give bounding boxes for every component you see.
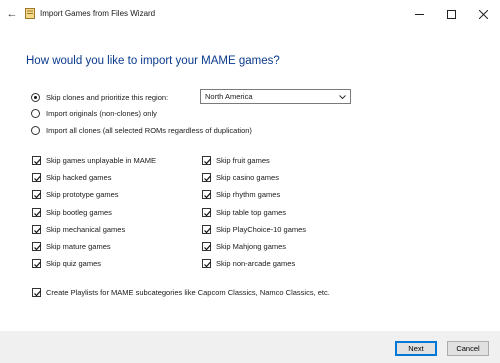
checkbox[interactable] [202, 155, 211, 165]
region-select[interactable]: North America [200, 89, 351, 104]
page-heading: How would you like to import your MAME g… [26, 55, 280, 67]
checkbox-label: Skip mature games [46, 241, 111, 251]
checkbox-label: Skip bootleg games [46, 207, 112, 217]
checkbox[interactable] [32, 241, 41, 251]
radio-label: Import originals (non-clones) only [46, 108, 157, 118]
radio-label: Skip clones and prioritize this region: [46, 92, 169, 102]
minimize-icon [414, 13, 424, 15]
checkbox[interactable] [202, 258, 211, 268]
checkbox[interactable] [32, 189, 41, 199]
checkbox-skip-mahjong[interactable]: Skip Mahjong games [202, 240, 286, 252]
checkbox-label: Skip hacked games [46, 172, 112, 182]
checkbox[interactable] [32, 155, 41, 165]
checkmark-icon [204, 192, 211, 198]
checkbox[interactable] [32, 258, 41, 268]
wizard-app-icon [25, 8, 35, 19]
window-title: Import Games from Files Wizard [40, 9, 156, 18]
checkmark-icon [34, 244, 41, 250]
checkmark-icon [34, 290, 41, 296]
checkbox-skip-playchoice[interactable]: Skip PlayChoice-10 games [202, 223, 306, 235]
checkbox-label: Skip casino games [216, 172, 279, 182]
checkbox-label: Skip rhythm games [216, 189, 281, 199]
checkbox-label: Skip PlayChoice-10 games [216, 224, 307, 234]
close-button[interactable] [466, 0, 500, 28]
checkbox[interactable] [202, 172, 211, 182]
checkbox-skip-non-arcade[interactable]: Skip non-arcade games [202, 257, 295, 269]
radio-skip-clones[interactable]: Skip clones and prioritize this region: [31, 91, 168, 103]
checkbox-label: Skip fruit games [216, 155, 270, 165]
checkbox-skip-rhythm[interactable]: Skip rhythm games [202, 188, 280, 200]
checkbox-label: Skip quiz games [46, 258, 102, 268]
cancel-button[interactable]: Cancel [447, 341, 489, 356]
checkmark-icon [204, 210, 211, 216]
checkbox[interactable] [202, 189, 211, 199]
checkbox-skip-mature[interactable]: Skip mature games [32, 240, 111, 252]
checkbox-skip-mechanical[interactable]: Skip mechanical games [32, 223, 125, 235]
radio-originals-only[interactable]: Import originals (non-clones) only [31, 107, 157, 119]
checkbox-label: Create Playlists for MAME subcategories … [46, 287, 330, 297]
title-bar: ← Import Games from Files Wizard [0, 0, 500, 28]
checkbox-skip-quiz[interactable]: Skip quiz games [32, 257, 101, 269]
checkmark-icon [34, 192, 41, 198]
back-arrow-icon[interactable]: ← [5, 8, 19, 20]
checkbox[interactable] [202, 224, 211, 234]
radio-all-clones[interactable]: Import all clones (all selected ROMs reg… [31, 124, 252, 136]
checkbox[interactable] [202, 241, 211, 251]
next-button[interactable]: Next [395, 341, 437, 356]
radio-button[interactable] [31, 92, 40, 102]
maximize-button[interactable] [434, 0, 468, 28]
maximize-icon [446, 9, 456, 19]
checkmark-icon [204, 244, 211, 250]
checkmark-icon [34, 158, 41, 164]
checkmark-icon [204, 227, 211, 233]
checkbox[interactable] [202, 207, 211, 217]
region-select-value: North America [205, 92, 253, 101]
checkbox-skip-table-top[interactable]: Skip table top games [202, 206, 286, 218]
checkbox-skip-unplayable[interactable]: Skip games unplayable in MAME [32, 154, 156, 166]
checkbox-skip-prototype[interactable]: Skip prototype games [32, 188, 119, 200]
checkbox-skip-hacked[interactable]: Skip hacked games [32, 171, 111, 183]
checkbox-skip-bootleg[interactable]: Skip bootleg games [32, 206, 112, 218]
checkbox[interactable] [32, 224, 41, 234]
checkbox-label: Skip table top games [216, 207, 287, 217]
minimize-button[interactable] [402, 0, 436, 28]
checkbox[interactable] [32, 287, 41, 297]
checkbox-label: Skip prototype games [46, 189, 119, 199]
radio-button[interactable] [31, 125, 40, 135]
radio-button[interactable] [31, 108, 40, 118]
checkbox-label: Skip mechanical games [46, 224, 126, 234]
checkmark-icon [34, 175, 41, 181]
checkmark-icon [204, 158, 211, 164]
checkbox[interactable] [32, 207, 41, 217]
checkbox-skip-casino[interactable]: Skip casino games [202, 171, 279, 183]
checkbox-label: Skip non-arcade games [216, 258, 296, 268]
checkmark-icon [204, 261, 211, 267]
checkbox[interactable] [32, 172, 41, 182]
checkbox-create-playlists[interactable]: Create Playlists for MAME subcategories … [32, 286, 330, 298]
checkmark-icon [34, 261, 41, 267]
checkbox-label: Skip Mahjong games [216, 241, 287, 251]
checkmark-icon [204, 175, 211, 181]
checkbox-skip-fruit[interactable]: Skip fruit games [202, 154, 270, 166]
radio-label: Import all clones (all selected ROMs reg… [46, 125, 252, 135]
checkmark-icon [34, 210, 41, 216]
checkbox-label: Skip games unplayable in MAME [46, 155, 157, 165]
close-icon [478, 9, 488, 19]
chevron-down-icon [339, 95, 346, 100]
checkmark-icon [34, 227, 41, 233]
